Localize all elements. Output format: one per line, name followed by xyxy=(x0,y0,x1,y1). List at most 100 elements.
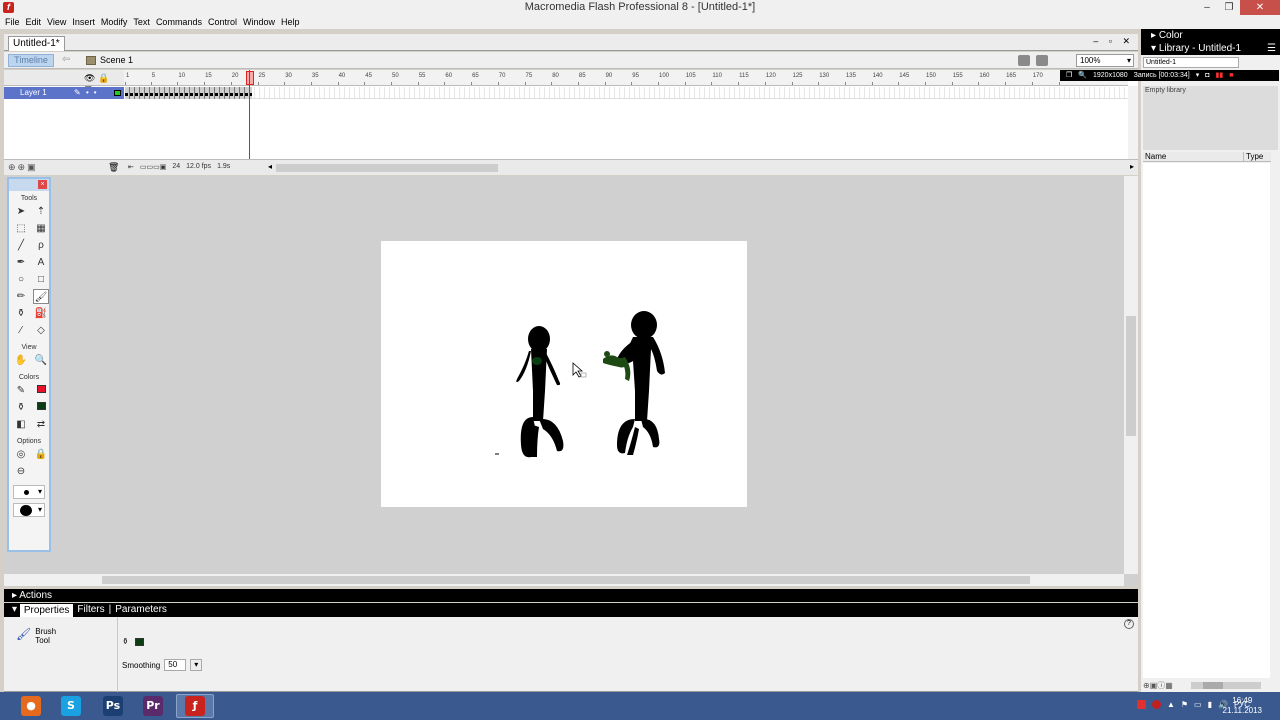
close-button[interactable]: ✕ xyxy=(1240,0,1280,15)
scroll-left-icon[interactable]: ◂ xyxy=(268,162,272,171)
taskbar-firefox[interactable]: ● xyxy=(12,694,50,718)
timeline-vertical-scrollbar[interactable] xyxy=(1128,86,1138,159)
oval-tool-icon[interactable]: ○ xyxy=(13,272,29,287)
column-name[interactable]: Name xyxy=(1145,152,1166,162)
brush-size-dropdown[interactable]: ▾ xyxy=(13,485,45,499)
layer-row[interactable]: Layer 1 ✎ •• xyxy=(4,87,124,99)
tab-filters[interactable]: Filters xyxy=(73,603,108,617)
playhead-handle[interactable] xyxy=(246,71,254,85)
delete-layer-icon[interactable]: 🗑 xyxy=(108,162,119,173)
timeline-horizontal-scrollbar[interactable] xyxy=(276,164,498,172)
menu-edit[interactable]: Edit xyxy=(25,15,47,29)
menu-window[interactable]: Window xyxy=(242,15,280,29)
color-panel-header[interactable]: ▸ Color xyxy=(1141,29,1280,42)
column-type[interactable]: Type xyxy=(1243,152,1263,162)
menu-modify[interactable]: Modify xyxy=(100,15,133,29)
help-icon[interactable]: ? xyxy=(1124,619,1134,629)
pen-tool-icon[interactable]: ✒ xyxy=(13,255,29,270)
stage-hscroll-thumb[interactable] xyxy=(102,576,1030,584)
tray-network-icon[interactable]: ▲ xyxy=(1167,700,1175,709)
library-horizontal-scrollbar[interactable] xyxy=(1191,682,1261,689)
selection-tool-icon[interactable]: ➤ xyxy=(13,204,29,219)
ink-bottle-tool-icon[interactable]: ⚱ xyxy=(13,306,29,321)
document-tab[interactable]: Untitled-1* xyxy=(8,36,65,51)
swap-colors-icon[interactable]: ⇄ xyxy=(33,417,49,432)
stick-figure-right[interactable] xyxy=(603,311,665,455)
stroke-color-swatch[interactable] xyxy=(33,383,49,398)
smoothing-dropdown[interactable]: ▾ xyxy=(190,659,203,671)
library-list[interactable] xyxy=(1143,163,1270,678)
taskbar-photoshop[interactable]: Ps xyxy=(94,694,132,718)
pressure-icon[interactable]: ⊖ xyxy=(13,464,29,479)
line-tool-icon[interactable]: ╱ xyxy=(13,238,29,253)
tools-panel-header[interactable]: × xyxy=(9,179,49,191)
fill-transform-tool-icon[interactable]: ▦ xyxy=(33,221,49,236)
text-tool-icon[interactable]: A xyxy=(33,255,49,270)
fill-color-swatch[interactable] xyxy=(33,400,49,415)
menu-commands[interactable]: Commands xyxy=(155,15,207,29)
zoom-tool-icon[interactable]: 🔍 xyxy=(33,353,49,368)
close-icon[interactable]: × xyxy=(38,180,47,189)
menu-text[interactable]: Text xyxy=(132,15,155,29)
timeline-toggle-button[interactable]: Timeline xyxy=(8,54,54,67)
paint-bucket-tool-icon[interactable]: ⛽ xyxy=(33,306,49,321)
pencil-tool-icon[interactable]: ✏ xyxy=(13,289,29,304)
scroll-right-icon[interactable]: ▸ xyxy=(1130,162,1134,171)
menu-insert[interactable]: Insert xyxy=(71,15,100,29)
tray-record-icon[interactable] xyxy=(1136,700,1146,709)
onion-skin-icons[interactable]: ▭▭▭▣ xyxy=(140,163,166,171)
smoothing-input[interactable]: 50 xyxy=(164,659,187,671)
library-vertical-scrollbar[interactable] xyxy=(1271,152,1280,678)
menu-view[interactable]: View xyxy=(46,15,71,29)
library-hscroll-thumb[interactable] xyxy=(1203,682,1223,689)
actions-panel-header[interactable]: ▸ Actions xyxy=(4,589,1138,602)
lasso-tool-icon[interactable]: ρ xyxy=(33,238,49,253)
document-window-controls[interactable]: – ▫ ✕ xyxy=(1093,36,1134,47)
stage-canvas[interactable] xyxy=(381,241,747,507)
lock-fill-icon[interactable]: 🔒 xyxy=(33,447,49,462)
fill-swatch[interactable] xyxy=(134,637,144,646)
subselection-tool-icon[interactable]: ⇡ xyxy=(33,204,49,219)
center-frame-icon[interactable]: ⇤ xyxy=(128,163,134,171)
tray-stop-icon[interactable] xyxy=(1151,700,1161,709)
taskbar-premiere[interactable]: Pr xyxy=(134,694,172,718)
rectangle-tool-icon[interactable]: □ xyxy=(33,272,49,287)
stage-vscroll-thumb[interactable] xyxy=(1126,316,1136,436)
zoom-select[interactable]: 100% xyxy=(1076,54,1134,67)
edit-symbol-icon[interactable] xyxy=(1036,55,1048,66)
camera-icon[interactable]: ◘ xyxy=(1205,70,1209,81)
taskbar-flash[interactable]: ƒ xyxy=(176,694,214,718)
tray-display-icon[interactable]: ▭ xyxy=(1194,700,1202,709)
tray-signal-icon[interactable]: ▮ xyxy=(1208,700,1212,709)
menu-file[interactable]: File xyxy=(4,15,25,29)
menu-help[interactable]: Help xyxy=(280,15,305,29)
menu-control[interactable]: Control xyxy=(207,15,242,29)
scene-breadcrumb[interactable]: Scene 1 xyxy=(86,55,133,65)
stop-icon[interactable]: ■ xyxy=(1229,70,1233,81)
edit-scene-icon[interactable] xyxy=(1018,55,1030,66)
tray-flag-icon[interactable]: ⚑ xyxy=(1181,700,1188,709)
tab-properties[interactable]: Properties xyxy=(19,603,74,617)
frame-ruler[interactable]: 1 5 10 15 20 25 30 35 40 45 50 55 60 65 70 75 80 85 90 95 10… xyxy=(124,70,1128,86)
stage-horizontal-scrollbar[interactable] xyxy=(4,574,1124,586)
library-document-select[interactable]: Untitled-1 xyxy=(1143,57,1239,68)
clock[interactable]: 16:49 21.11.2013 xyxy=(1223,696,1262,716)
hand-tool-icon[interactable]: ✋ xyxy=(13,353,29,368)
panel-menu-icon[interactable]: ☰ xyxy=(1267,42,1276,55)
stage-vertical-scrollbar[interactable] xyxy=(1124,176,1138,574)
black-white-icon[interactable]: ◧ xyxy=(13,417,29,432)
frames-row[interactable] xyxy=(125,87,1128,99)
pause-icon[interactable]: ▮▮ xyxy=(1215,70,1223,81)
tab-parameters[interactable]: Parameters xyxy=(111,603,171,617)
stick-figure-left[interactable] xyxy=(516,326,564,458)
collapse-icon[interactable]: ▾ xyxy=(12,603,20,617)
layer-outline-swatch[interactable] xyxy=(114,90,121,96)
library-footer-icons[interactable]: ⊕▣ⓘ▦ xyxy=(1143,681,1173,690)
eyedropper-tool-icon[interactable]: ⁄ xyxy=(13,323,29,338)
brush-shape-dropdown[interactable]: ▾ xyxy=(13,503,45,517)
insert-layer-icons[interactable]: ⊕⊕▣ xyxy=(8,162,38,173)
eraser-tool-icon[interactable]: ◇ xyxy=(33,323,49,338)
restore-button[interactable]: ❐ xyxy=(1218,0,1240,15)
library-panel-header[interactable]: ▾ Library - Untitled-1 ☰ xyxy=(1141,42,1280,55)
stage-pasteboard[interactable] xyxy=(4,176,1138,586)
